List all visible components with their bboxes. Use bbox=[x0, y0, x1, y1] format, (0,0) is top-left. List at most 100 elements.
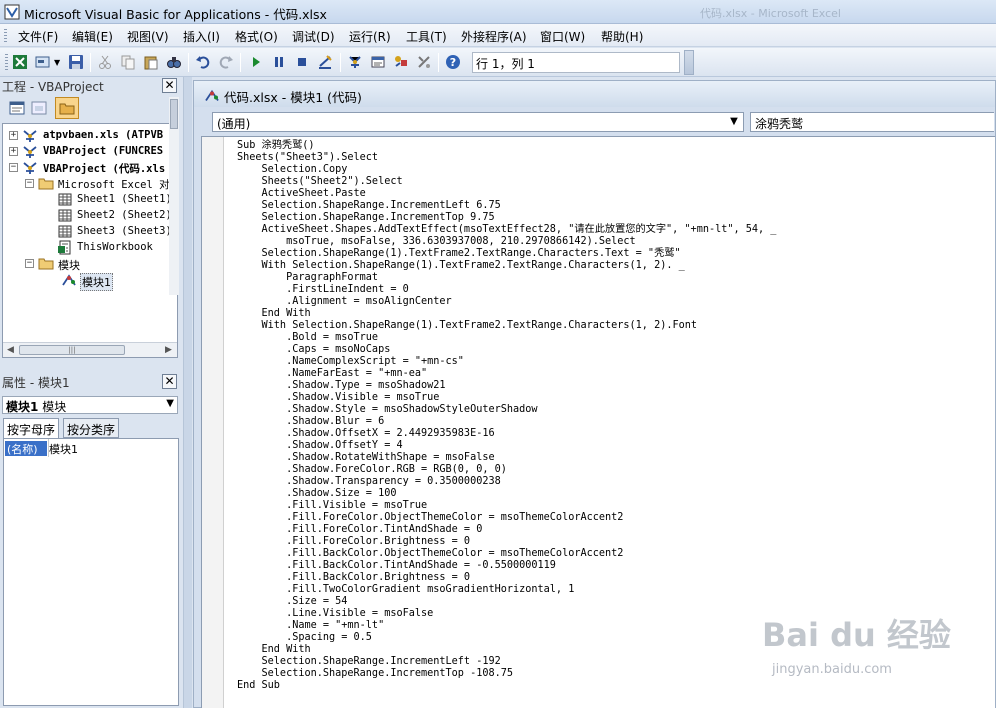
tree-node-atpvbaen[interactable]: + atpvbaen.xls (ATPVB bbox=[9, 128, 177, 144]
code-text[interactable]: Sub 涂鸦秃鹫() Sheets("Sheet3").Select Select… bbox=[237, 140, 776, 692]
code-line[interactable]: Sheets("Sheet3").Select bbox=[237, 152, 776, 164]
code-gutter[interactable] bbox=[202, 137, 224, 708]
object-selector[interactable]: 模块1 模块 ▼ bbox=[2, 396, 178, 414]
scrollbar-thumb[interactable]: ||| bbox=[19, 345, 125, 355]
menu-addins[interactable]: 外接程序(A) bbox=[461, 28, 527, 45]
code-line[interactable]: .Shadow.Blur = 6 bbox=[237, 416, 776, 428]
code-line[interactable]: .Shadow.Transparency = 0.3500000238 bbox=[237, 476, 776, 488]
property-value-cell[interactable]: 模块1 bbox=[49, 441, 78, 457]
code-line[interactable]: .Shadow.Visible = msoTrue bbox=[237, 392, 776, 404]
toolbar-grip[interactable] bbox=[5, 54, 8, 71]
code-line[interactable]: .Shadow.OffsetX = 2.4492935983E-16 bbox=[237, 428, 776, 440]
tree-node-sheet3[interactable]: Sheet3 (Sheet3) bbox=[57, 224, 177, 240]
panel-splitter[interactable] bbox=[183, 77, 192, 708]
help-icon[interactable]: ? bbox=[445, 54, 461, 70]
code-line[interactable]: Selection.Copy bbox=[237, 164, 776, 176]
code-line[interactable]: .Name = "+mn-lt" bbox=[237, 620, 776, 632]
save-icon[interactable] bbox=[68, 54, 84, 70]
code-line[interactable]: Selection.ShapeRange.IncrementLeft 6.75 bbox=[237, 200, 776, 212]
tree-node-modules[interactable]: − 模块 bbox=[25, 256, 177, 272]
code-line[interactable]: .Fill.ForeColor.ObjectThemeColor = msoTh… bbox=[237, 512, 776, 524]
menu-debug[interactable]: 调试(D) bbox=[292, 28, 335, 45]
cut-icon[interactable] bbox=[97, 54, 113, 70]
object-browser-icon[interactable] bbox=[393, 54, 409, 70]
code-line[interactable]: .Spacing = 0.5 bbox=[237, 632, 776, 644]
run-icon[interactable] bbox=[248, 54, 264, 70]
code-line[interactable]: .Fill.TwoColorGradient msoGradientHorizo… bbox=[237, 584, 776, 596]
code-line[interactable]: .Fill.BackColor.ObjectThemeColor = msoTh… bbox=[237, 548, 776, 560]
collapse-icon[interactable]: − bbox=[25, 179, 34, 188]
toolbox-icon[interactable] bbox=[416, 54, 432, 70]
code-line[interactable]: Selection.ShapeRange.IncrementTop -108.7… bbox=[237, 668, 776, 680]
project-explorer-icon[interactable] bbox=[347, 54, 363, 70]
code-line[interactable]: .Shadow.ForeColor.RGB = RGB(0, 0, 0) bbox=[237, 464, 776, 476]
tree-node-current-project[interactable]: − VBAProject (代码.xls bbox=[9, 160, 177, 176]
code-line[interactable]: Selection.ShapeRange.IncrementLeft -192 bbox=[237, 656, 776, 668]
menu-tools[interactable]: 工具(T) bbox=[406, 28, 447, 45]
code-line[interactable]: Selection.ShapeRange(1).TextFrame2.TextR… bbox=[237, 248, 776, 260]
code-line[interactable]: .NameFarEast = "+mn-ea" bbox=[237, 368, 776, 380]
excel-view-icon[interactable] bbox=[12, 54, 28, 70]
menu-window[interactable]: 窗口(W) bbox=[540, 28, 585, 45]
tree-node-excel-objects[interactable]: − Microsoft Excel 对象 bbox=[25, 176, 177, 192]
insert-userform-icon[interactable] bbox=[35, 54, 51, 70]
tab-categorized[interactable]: 按分类序 bbox=[63, 418, 120, 438]
code-line[interactable]: Sub 涂鸦秃鹫() bbox=[237, 140, 776, 152]
break-icon[interactable] bbox=[271, 54, 287, 70]
tree-node-funcres[interactable]: + VBAProject (FUNCRES bbox=[9, 144, 177, 160]
code-line[interactable]: .Caps = msoNoCaps bbox=[237, 344, 776, 356]
scroll-right-icon[interactable]: ▶ bbox=[165, 345, 172, 355]
project-tree-vertical-scrollbar[interactable] bbox=[169, 97, 179, 295]
properties-panel-close-icon[interactable]: ✕ bbox=[162, 374, 177, 389]
insert-dropdown-arrow-icon[interactable]: ▼ bbox=[54, 58, 60, 67]
redo-icon[interactable] bbox=[218, 54, 234, 70]
toolbar-options-button[interactable] bbox=[684, 50, 694, 75]
scrollbar-thumb[interactable] bbox=[170, 99, 178, 129]
code-line[interactable]: .Fill.ForeColor.TintAndShade = 0 bbox=[237, 524, 776, 536]
code-line[interactable]: .Shadow.Type = msoShadow21 bbox=[237, 380, 776, 392]
property-name-cell[interactable]: (名称) bbox=[5, 441, 47, 456]
collapse-icon[interactable]: − bbox=[25, 259, 34, 268]
code-line[interactable]: .Shadow.OffsetY = 4 bbox=[237, 440, 776, 452]
code-line[interactable]: .FirstLineIndent = 0 bbox=[237, 284, 776, 296]
tree-node-sheet1[interactable]: Sheet1 (Sheet1) bbox=[57, 192, 177, 208]
code-line[interactable]: Sheets("Sheet2").Select bbox=[237, 176, 776, 188]
code-line[interactable]: .Shadow.Size = 100 bbox=[237, 488, 776, 500]
menu-run[interactable]: 运行(R) bbox=[349, 28, 391, 45]
code-line[interactable]: ActiveSheet.Shapes.AddTextEffect(msoText… bbox=[237, 224, 777, 236]
code-line[interactable]: .Alignment = msoAlignCenter bbox=[237, 296, 776, 308]
code-line[interactable]: .NameComplexScript = "+mn-cs" bbox=[237, 356, 776, 368]
collapse-icon[interactable]: − bbox=[9, 163, 18, 172]
toggle-folders-button[interactable] bbox=[55, 97, 79, 119]
project-tree[interactable]: + atpvbaen.xls (ATPVB + VBAProject (FUNC… bbox=[2, 123, 178, 358]
menu-format[interactable]: 格式(O) bbox=[235, 28, 278, 45]
code-line[interactable]: With Selection.ShapeRange(1).TextFrame2.… bbox=[237, 320, 776, 332]
view-code-icon[interactable] bbox=[8, 100, 26, 116]
tree-node-sheet2[interactable]: Sheet2 (Sheet2) bbox=[57, 208, 177, 224]
code-line[interactable]: End With bbox=[237, 308, 776, 320]
code-line[interactable]: ParagraphFormat bbox=[237, 272, 776, 284]
properties-window-icon[interactable] bbox=[370, 54, 386, 70]
design-mode-icon[interactable] bbox=[317, 54, 333, 70]
code-line[interactable]: .Line.Visible = msoFalse bbox=[237, 608, 776, 620]
code-line[interactable]: .Fill.BackColor.TintAndShade = -0.550000… bbox=[237, 560, 776, 572]
code-line[interactable]: Selection.ShapeRange.IncrementTop 9.75 bbox=[237, 212, 776, 224]
tree-node-thisworkbook[interactable]: ThisWorkbook bbox=[57, 240, 177, 256]
scroll-left-icon[interactable]: ◀ bbox=[7, 345, 14, 355]
menu-grip[interactable] bbox=[4, 29, 7, 42]
tab-alphabetic[interactable]: 按字母序 bbox=[3, 418, 60, 439]
find-icon[interactable] bbox=[166, 54, 182, 70]
chevron-down-icon[interactable]: ▼ bbox=[166, 398, 174, 409]
tree-node-module1[interactable]: 模块1 bbox=[61, 272, 177, 291]
menu-help[interactable]: 帮助(H) bbox=[601, 28, 643, 45]
view-object-icon[interactable] bbox=[30, 100, 48, 116]
project-panel-close-icon[interactable]: ✕ bbox=[162, 78, 177, 93]
code-line[interactable]: .Fill.BackColor.Brightness = 0 bbox=[237, 572, 776, 584]
expand-icon[interactable]: + bbox=[9, 147, 18, 156]
code-line[interactable]: .Bold = msoTrue bbox=[237, 332, 776, 344]
code-line[interactable]: End Sub bbox=[237, 680, 776, 692]
copy-icon[interactable] bbox=[120, 54, 136, 70]
menu-insert[interactable]: 插入(I) bbox=[183, 28, 220, 45]
object-combo[interactable]: (通用) ▼ bbox=[212, 112, 744, 132]
code-line[interactable]: End With bbox=[237, 644, 776, 656]
